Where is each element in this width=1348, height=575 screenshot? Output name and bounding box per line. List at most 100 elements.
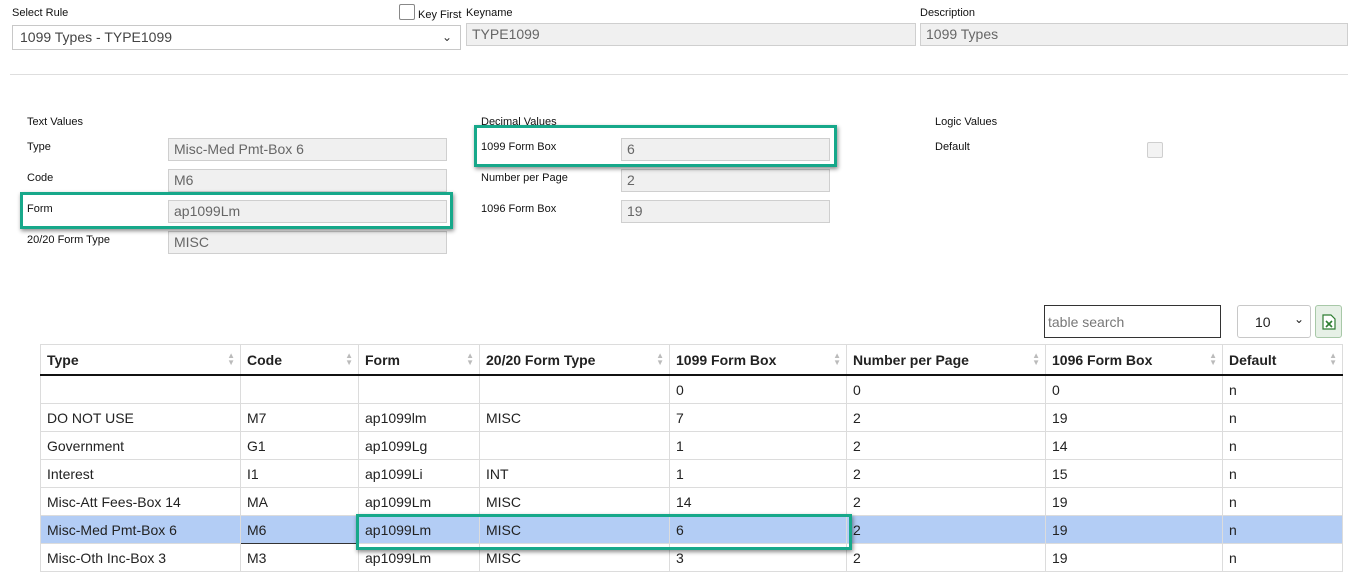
table-row[interactable]: Interest I1 ap1099Li INT 1 2 15 n	[40, 459, 1343, 488]
column-header-default[interactable]: Default ▲ ▼	[1222, 344, 1343, 376]
sort-icon: ▲ ▼	[345, 351, 353, 367]
form-type-field[interactable]: MISC	[168, 231, 447, 254]
table-row[interactable]: Misc-Med Pmt-Box 6 M6 ap1099Lm MISC 6 2 19 n	[40, 515, 1343, 544]
column-header-code[interactable]: Code ▲ ▼	[240, 344, 359, 376]
logic-values-heading: Logic Values	[935, 116, 998, 128]
table-cell: 2	[846, 543, 1046, 572]
table-cell: n	[1222, 403, 1343, 432]
types-table: Type ▲ ▼ Code ▲ ▼ Form ▲ ▼ 20/20 Form Type ▲ ▼ 1…	[40, 344, 1343, 572]
form-box-1099-field[interactable]: 6	[621, 138, 830, 161]
table-cell: ap1099Lm	[358, 543, 480, 572]
description-label: Description	[920, 7, 976, 19]
keyname-label: Keyname	[466, 7, 513, 19]
table-cell: G1	[240, 431, 359, 460]
table-row[interactable]: Misc-Oth Inc-Box 3 M3 ap1099Lm MISC 3 2 19 n	[40, 543, 1343, 572]
table-cell: 2	[846, 403, 1046, 432]
table-cell: MISC	[479, 515, 670, 544]
table-cell: 2	[846, 431, 1046, 460]
sort-icon: ▲ ▼	[656, 351, 664, 367]
table-cell: MISC	[479, 403, 670, 432]
table-cell: Misc-Oth Inc-Box 3	[40, 543, 241, 572]
sort-icon: ▲ ▼	[1032, 351, 1040, 367]
column-header-form-box-1096[interactable]: 1096 Form Box ▲ ▼	[1045, 344, 1223, 376]
table-cell	[358, 374, 480, 404]
table-cell: 6	[669, 515, 847, 544]
table-cell: 2	[846, 487, 1046, 516]
chevron-down-icon: ⌄	[441, 30, 452, 44]
description-field[interactable]: 1099 Types	[920, 23, 1348, 46]
select-rule-dropdown[interactable]: 1099 Types - TYPE1099 ⌄	[12, 25, 461, 50]
table-cell: 1	[669, 459, 847, 488]
column-header-form-box-1099[interactable]: 1099 Form Box ▲ ▼	[669, 344, 847, 376]
table-cell: 1	[669, 431, 847, 460]
form-field[interactable]: ap1099Lm	[168, 200, 447, 223]
excel-export-icon	[1322, 314, 1336, 330]
table-cell: 2	[846, 459, 1046, 488]
default-label: Default	[935, 141, 970, 153]
table-row[interactable]: Misc-Att Fees-Box 14 MA ap1099Lm MISC 14 2 19 n	[40, 487, 1343, 516]
table-cell	[40, 374, 241, 404]
code-label: Code	[27, 172, 54, 184]
table-cell: n	[1222, 374, 1343, 404]
table-cell: M7	[240, 403, 359, 432]
number-per-page-field[interactable]: 2	[621, 169, 830, 192]
table-cell	[479, 431, 670, 460]
table-cell: Interest	[40, 459, 241, 488]
table-cell: M6	[240, 515, 359, 544]
table-cell: 3	[669, 543, 847, 572]
table-cell: 15	[1045, 459, 1223, 488]
table-cell: M3	[240, 543, 359, 572]
column-header-type[interactable]: Type ▲ ▼	[40, 344, 241, 376]
form-type-label: 20/20 Form Type	[27, 234, 110, 246]
sort-icon: ▲ ▼	[1209, 351, 1217, 367]
page-size-select[interactable]: 10 ⌄	[1237, 305, 1311, 338]
key-first-label: Key First	[418, 9, 462, 21]
table-cell: 14	[1045, 431, 1223, 460]
column-header-form[interactable]: Form ▲ ▼	[358, 344, 480, 376]
table-row[interactable]: DO NOT USE M7 ap1099lm MISC 7 2 19 n	[40, 403, 1343, 432]
table-cell: ap1099Lm	[358, 515, 480, 544]
select-rule-label: Select Rule	[12, 7, 69, 19]
table-search-placeholder: table search	[1048, 314, 1125, 330]
default-checkbox[interactable]	[1147, 142, 1163, 158]
column-header-number-per-page[interactable]: Number per Page ▲ ▼	[846, 344, 1046, 376]
sort-icon: ▲ ▼	[1329, 351, 1337, 367]
type-field[interactable]: Misc-Med Pmt-Box 6	[168, 138, 447, 161]
table-cell: INT	[479, 459, 670, 488]
table-cell: Misc-Med Pmt-Box 6	[40, 515, 241, 544]
sort-icon: ▲ ▼	[466, 351, 474, 367]
table-cell	[240, 374, 359, 404]
table-cell: 0	[669, 374, 847, 404]
sort-icon: ▲ ▼	[833, 351, 841, 367]
table-cell: n	[1222, 431, 1343, 460]
table-search-input[interactable]: table search	[1044, 305, 1221, 338]
table-cell: 0	[846, 374, 1046, 404]
table-cell: MISC	[479, 543, 670, 572]
table-cell: ap1099Lg	[358, 431, 480, 460]
table-cell: Government	[40, 431, 241, 460]
table-cell: 14	[669, 487, 847, 516]
page-size-value: 10	[1255, 314, 1271, 330]
excel-export-button[interactable]	[1315, 305, 1342, 338]
table-row[interactable]: Government G1 ap1099Lg 1 2 14 n	[40, 431, 1343, 460]
table-cell: I1	[240, 459, 359, 488]
table-cell: n	[1222, 487, 1343, 516]
number-per-page-label: Number per Page	[481, 172, 568, 184]
form-label: Form	[27, 203, 53, 215]
form-box-1096-label: 1096 Form Box	[481, 203, 557, 215]
table-cell: 2	[846, 515, 1046, 544]
table-row[interactable]: 000n	[40, 374, 1343, 404]
header-divider	[10, 74, 1348, 75]
form-box-1099-label: 1099 Form Box	[481, 141, 557, 153]
form-box-1096-field[interactable]: 19	[621, 200, 830, 223]
keyname-field[interactable]: TYPE1099	[466, 23, 916, 46]
select-rule-value: 1099 Types - TYPE1099	[20, 29, 173, 45]
key-first-checkbox[interactable]	[399, 4, 415, 20]
table-cell: Misc-Att Fees-Box 14	[40, 487, 241, 516]
column-header-form-type[interactable]: 20/20 Form Type ▲ ▼	[479, 344, 670, 376]
table-cell: 19	[1045, 487, 1223, 516]
table-cell: MA	[240, 487, 359, 516]
sort-icon: ▲ ▼	[227, 351, 235, 367]
code-field[interactable]: M6	[168, 169, 447, 192]
table-cell: n	[1222, 543, 1343, 572]
